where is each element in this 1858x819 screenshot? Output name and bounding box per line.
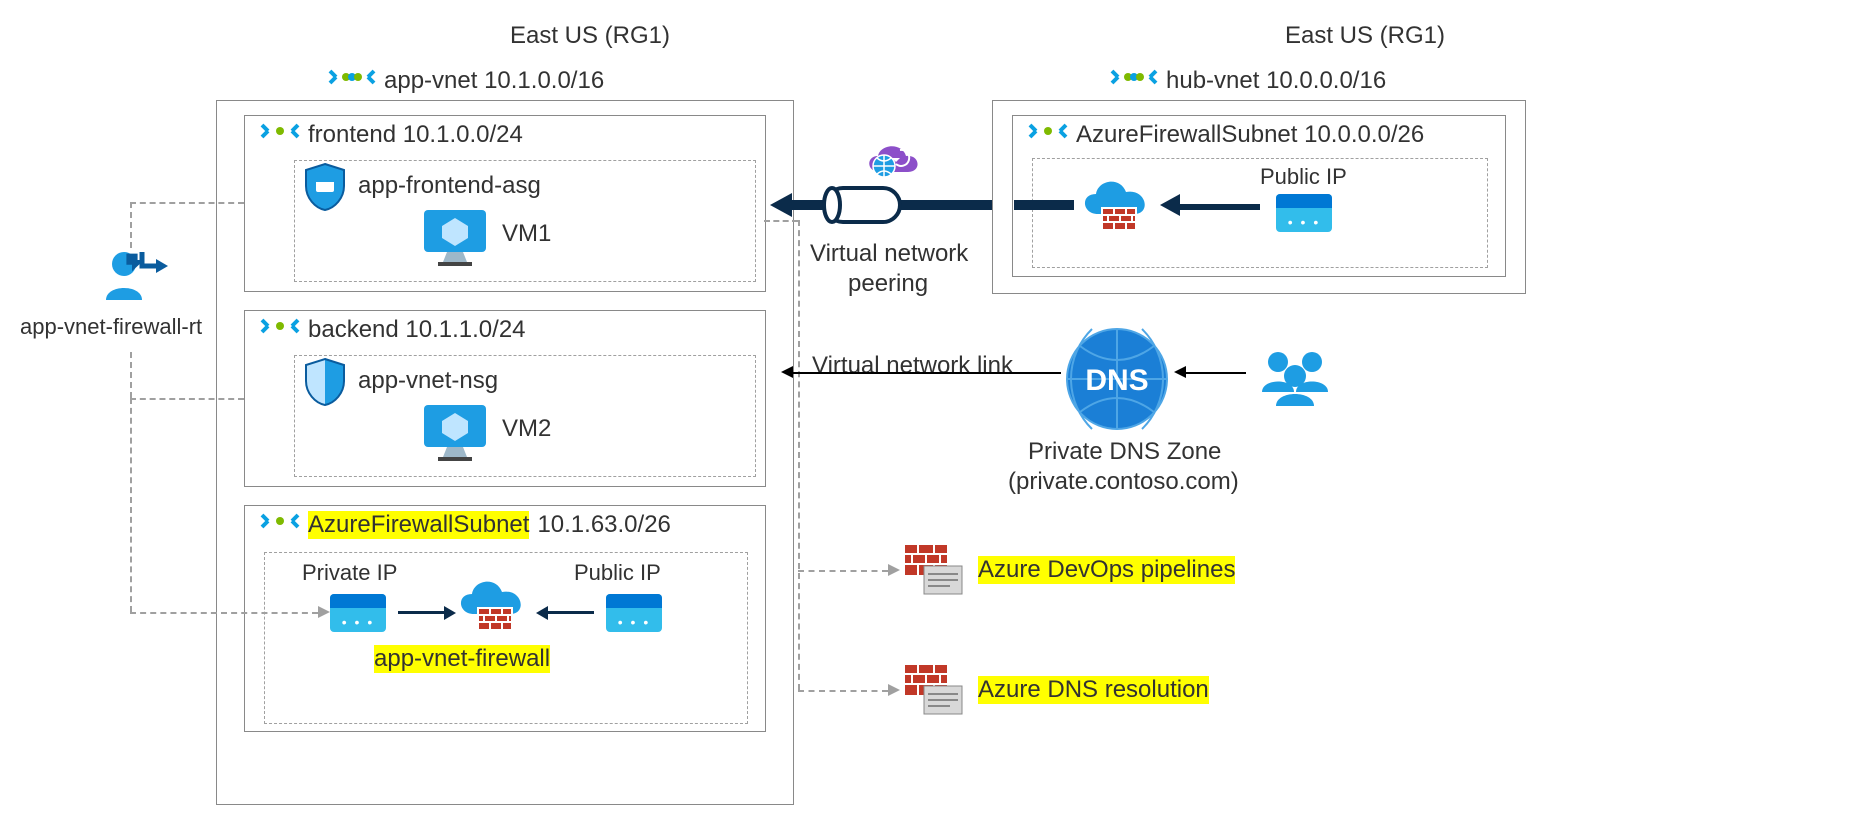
right-region-title: East US (RG1): [1190, 22, 1540, 50]
public-ip-icon-left: [606, 594, 662, 632]
hub-public-ip-icon: [1276, 194, 1332, 232]
nsg-shield-icon: [302, 357, 348, 412]
vm1-label: VM1: [502, 220, 551, 248]
backend-title-text: backend 10.1.1.0/24: [308, 316, 526, 344]
private-ip-icon: [330, 594, 386, 632]
vm-icon: [420, 206, 490, 273]
arrow-pubip-to-hubfw: [1180, 204, 1260, 210]
frontend-subnet-title: frontend 10.1.0.0/24: [260, 118, 523, 151]
route-arrow-icon: [138, 248, 174, 280]
vnet-icon: [260, 508, 300, 541]
users-to-dns-arrow: [1174, 366, 1186, 378]
hub-firewall-subnet-text: AzureFirewallSubnet 10.0.0.0/26: [1076, 121, 1424, 149]
backend-subnet-title: backend 10.1.1.0/24: [260, 313, 526, 346]
hub-public-ip-label: Public IP: [1260, 164, 1347, 190]
frontend-title-text: frontend 10.1.0.0/24: [308, 121, 523, 149]
hub-vnet-label: hub-vnet 10.0.0.0/16: [1166, 67, 1386, 95]
devops-label: Azure DevOps pipelines: [978, 556, 1235, 584]
hub-arrow-bar-out: [1014, 200, 1074, 210]
dns-link-arrow: [781, 366, 793, 378]
users-to-dns-line: [1186, 372, 1246, 374]
peering-arrow-head: [770, 193, 792, 217]
firewall-policy-icon: [900, 660, 966, 723]
azure-firewall-icon: [450, 570, 534, 645]
private-ip-label: Private IP: [302, 560, 397, 586]
arrow-head: [536, 606, 548, 620]
dash-arrow-head: [318, 606, 330, 618]
arrow-head: [1160, 194, 1180, 216]
vm2-label: VM2: [502, 415, 551, 443]
frontend-asg-label: app-frontend-asg: [358, 172, 541, 200]
app-firewall-subnet-name: AzureFirewallSubnet: [308, 511, 529, 539]
dns-link-label: Virtual network link: [812, 352, 1013, 380]
app-vnet-header: app-vnet 10.1.0.0/16: [328, 62, 604, 99]
vnet-peering-icon: [328, 62, 376, 99]
hub-vnet-header: hub-vnet 10.0.0.0/16: [1110, 62, 1386, 99]
svg-text:DNS: DNS: [1085, 364, 1148, 397]
dns-resolution-label: Azure DNS resolution: [978, 676, 1209, 704]
dns-link-line: [793, 372, 1061, 374]
vm-icon: [420, 401, 490, 468]
hub-azure-firewall-icon: [1074, 170, 1158, 245]
dns-zone-title: Private DNS Zone: [1028, 438, 1221, 466]
left-region-title: East US (RG1): [415, 22, 765, 50]
route-table-label: app-vnet-firewall-rt: [20, 314, 202, 340]
app-firewall-subnet-cidr: 10.1.63.0/26: [537, 511, 670, 539]
vnet-icon: [260, 118, 300, 151]
peering-label1: Virtual network: [810, 240, 968, 268]
public-ip-label-left: Public IP: [574, 560, 661, 586]
vnet-icon: [1028, 118, 1068, 151]
arrow-public-to-fw: [548, 611, 594, 614]
users-icon: [1256, 346, 1336, 413]
app-firewall-subnet-title: AzureFirewallSubnet 10.1.63.0/26: [260, 508, 671, 541]
shield-icon: [302, 162, 348, 217]
hub-firewall-subnet-title: AzureFirewallSubnet 10.0.0.0/26: [1028, 118, 1424, 151]
backend-nsg-label: app-vnet-nsg: [358, 367, 498, 395]
dns-globe-icon: DNS: [1062, 324, 1172, 439]
peering-pipe-icon: [818, 182, 908, 233]
dash-arrow-devops: [888, 564, 900, 576]
vnet-icon: [260, 313, 300, 346]
dash-to-devops: [798, 570, 888, 572]
app-vnet-firewall-label: app-vnet-firewall: [374, 645, 550, 673]
dash-right-vert: [798, 220, 800, 690]
dash-to-dns: [798, 690, 888, 692]
app-vnet-label: app-vnet 10.1.0.0/16: [384, 67, 604, 95]
arrow-head: [444, 606, 456, 620]
dns-zone-domain: (private.contoso.com): [1008, 468, 1239, 496]
dash-right-from-frontend: [764, 220, 798, 222]
arrow-private-to-fw: [398, 611, 444, 614]
peering-label2: peering: [848, 270, 928, 298]
dash-rt-down2: [130, 398, 132, 612]
dash-rt-up: [130, 202, 132, 248]
dash-rt-to-privateip: [130, 612, 318, 614]
vnet-peering-icon: [1110, 62, 1158, 99]
dash-rt-to-frontend: [130, 202, 244, 204]
firewall-policy-icon: [900, 540, 966, 603]
dash-rt-to-backend: [130, 398, 244, 400]
dash-arrow-dns: [888, 684, 900, 696]
dash-rt-down1: [130, 352, 132, 398]
